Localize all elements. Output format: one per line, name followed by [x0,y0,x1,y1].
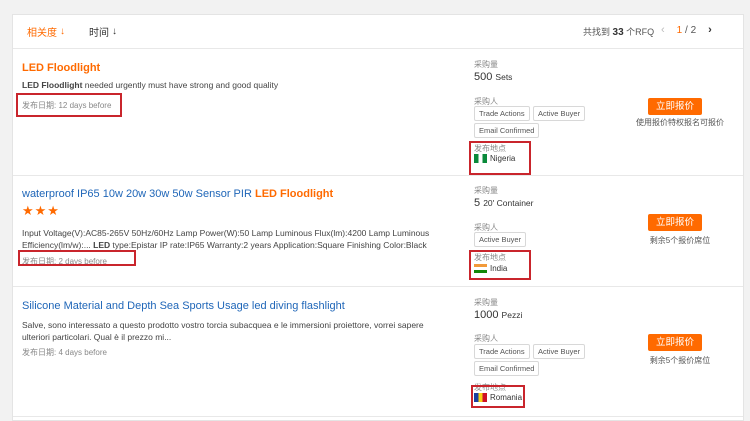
quote-note: 剩余5个报价席位 [649,236,711,245]
qty-label: 采购量 [474,60,498,69]
quote-note: 使用报价特权报名可报价 [636,118,724,127]
quote-note: 剩余5个报价席位 [649,356,711,365]
buyer-label: 采购人 [474,334,498,343]
qty-number: 500 [474,71,493,83]
arrow-down-icon: ↓ [60,26,65,37]
rfq-item: waterproof IP65 10w 20w 30w 50w Sensor P… [13,176,743,287]
qty-value: 1000 Pezzi [474,309,522,321]
rfq-description: LED Floodlight needed urgently must have… [22,80,442,92]
sort-time-label: 时间 [89,28,109,39]
qty-label: 采购量 [474,186,498,195]
rfq-title-keyword: LED Floodlight [254,188,334,200]
rfq-list-panel: 相关度 ↓ 时间 ↓ 共找到 33 个RFQ ‹ 1 / 2 › LED Flo… [12,14,744,421]
rfq-description-keyword: LED [93,239,111,250]
qty-value: 5 20' Container [474,197,533,209]
next-page-icon[interactable]: › [708,24,712,36]
quote-now-button[interactable]: 立即报价 [648,214,702,231]
rfq-item: LED Floodlight LED Floodlight needed urg… [13,50,743,176]
buyer-tag: Trade Actions [474,344,530,359]
buyer-tag: Trade Actions [474,106,530,121]
qty-unit: 20' Container [483,198,534,208]
qty-unit: Sets [495,72,513,82]
rfq-item: Silicone Material and Depth Sea Sports U… [13,287,743,417]
buyer-tag: Active Buyer [533,106,586,121]
rfq-date-value: 4 days before [58,348,107,357]
pagination: ‹ 1 / 2 › [661,24,712,36]
rfq-description: Input Voltage(V):AC85-265V 50Hz/60Hz Lam… [22,228,442,251]
qty-number: 5 [474,197,481,209]
quote-now-button[interactable]: 立即报价 [648,98,702,115]
highlight-box [471,385,525,408]
rfq-title[interactable]: Silicone Material and Depth Sea Sports U… [22,300,345,312]
page-separator: / [682,24,691,36]
prev-page-icon[interactable]: ‹ [661,24,665,36]
rfq-date: 发布日期: 4 days before [22,347,107,358]
highlight-box [469,141,531,175]
qty-label: 采购量 [474,298,498,307]
result-count-value: 33 [612,27,624,38]
highlight-box [18,250,136,266]
highlight-box [16,93,122,117]
list-toolbar: 相关度 ↓ 时间 ↓ 共找到 33 个RFQ ‹ 1 / 2 › [13,15,743,49]
highlight-box [469,250,531,280]
rfq-title-text: Silicone Material and Depth Sea Sports U… [22,300,345,312]
qty-unit: Pezzi [501,310,523,320]
rfq-description: Salve, sono interessato a questo prodott… [22,320,424,342]
result-count-prefix: 共找到 [583,27,611,37]
rfq-description-text: needed urgently must have strong and goo… [82,80,279,90]
rfq-date-label: 发布日期: [22,348,57,357]
sort-time[interactable]: 时间 ↓ [89,24,117,39]
sort-relevance-label: 相关度 [27,28,57,39]
rfq-title[interactable]: LED Floodlight [22,62,100,74]
quote-now-button[interactable]: 立即报价 [648,334,702,351]
qty-number: 1000 [474,309,499,321]
rfq-title[interactable]: waterproof IP65 10w 20w 30w 50w Sensor P… [22,188,333,200]
result-count: 共找到 33 个RFQ [583,25,654,38]
buyer-tag: Email Confirmed [474,361,540,376]
rfq-description-keyword: LED Floodlight [22,80,83,90]
buyer-tag: Email Confirmed [474,123,540,138]
buyer-tag: Active Buyer [533,344,586,359]
qty-value: 500 Sets [474,71,512,83]
arrow-down-icon: ↓ [112,26,117,37]
rfq-title-text: waterproof IP65 10w 20w 30w 50w Sensor P… [22,188,255,200]
rating-stars: ★★★ [22,203,60,218]
rfq-description-text-2: type:Epistar IP rate:IP65 Warranty:2 yea… [110,239,427,250]
rfq-title-text: LED Floodlight [22,62,101,74]
total-pages: 2 [690,24,697,36]
sort-relevance[interactable]: 相关度 ↓ [27,24,65,39]
result-count-suffix: 个RFQ [626,27,655,37]
buyer-tag: Active Buyer [474,232,527,247]
